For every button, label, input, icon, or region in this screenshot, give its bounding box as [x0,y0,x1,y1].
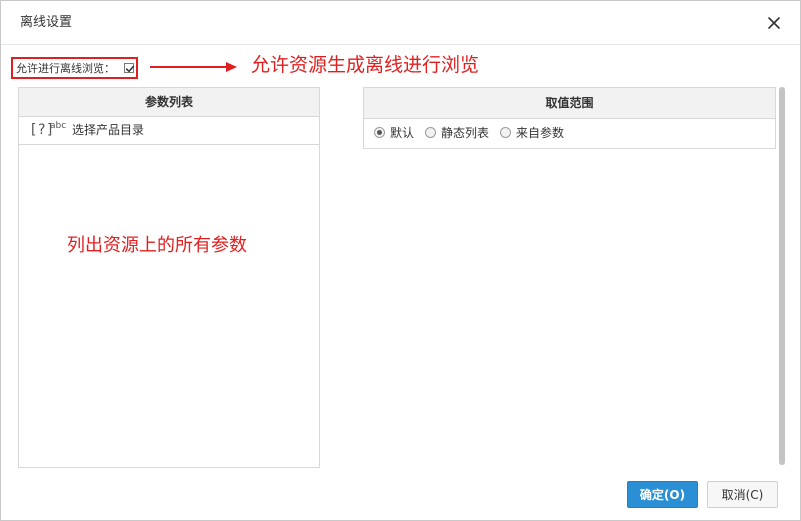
text-param-icon: abc [50,121,67,131]
offline-settings-dialog: 离线设置 允许进行离线浏览： 允许资源生成离线进行浏览 参数列表 [?] abc… [0,0,801,521]
ok-button[interactable]: 确定(O) [627,481,698,508]
annotation-allow-offline: 允许资源生成离线进行浏览 [251,54,480,76]
allow-offline-label: 允许进行离线浏览： [16,62,115,75]
param-list-panel: 参数列表 [?] abc 选择产品目录 [18,87,320,468]
radio-default-label[interactable]: 默认 [390,125,414,141]
radio-from-param-label[interactable]: 来自参数 [516,125,564,141]
close-button[interactable] [763,12,785,34]
annotation-list-params: 列出资源上的所有参数 [67,235,247,256]
dialog-title: 离线设置 [20,15,73,30]
vertical-scrollbar[interactable] [779,87,785,465]
annotation-arrow-icon [150,62,237,72]
dialog-titlebar: 离线设置 [1,1,800,45]
radio-from-param[interactable] [500,127,511,138]
value-range-panel: 取值范围 默认 静态列表 来自参数 [363,87,776,149]
close-icon [768,17,780,29]
allow-offline-row: 允许进行离线浏览： [11,57,138,79]
radio-static-list-label[interactable]: 静态列表 [441,125,489,141]
radio-default[interactable] [374,127,385,138]
param-list-header: 参数列表 [19,88,319,117]
param-list-item[interactable]: [?] abc 选择产品目录 [19,117,319,145]
value-range-header: 取值范围 [364,88,775,119]
radio-static-list[interactable] [425,127,436,138]
scrollbar-thumb[interactable] [779,87,785,465]
cancel-button[interactable]: 取消(C) [707,481,778,508]
value-range-radio-group: 默认 静态列表 来自参数 [364,119,775,148]
allow-offline-checkbox[interactable] [124,63,135,73]
checkmark-icon [125,65,135,73]
param-name: 选择产品目录 [72,123,145,137]
